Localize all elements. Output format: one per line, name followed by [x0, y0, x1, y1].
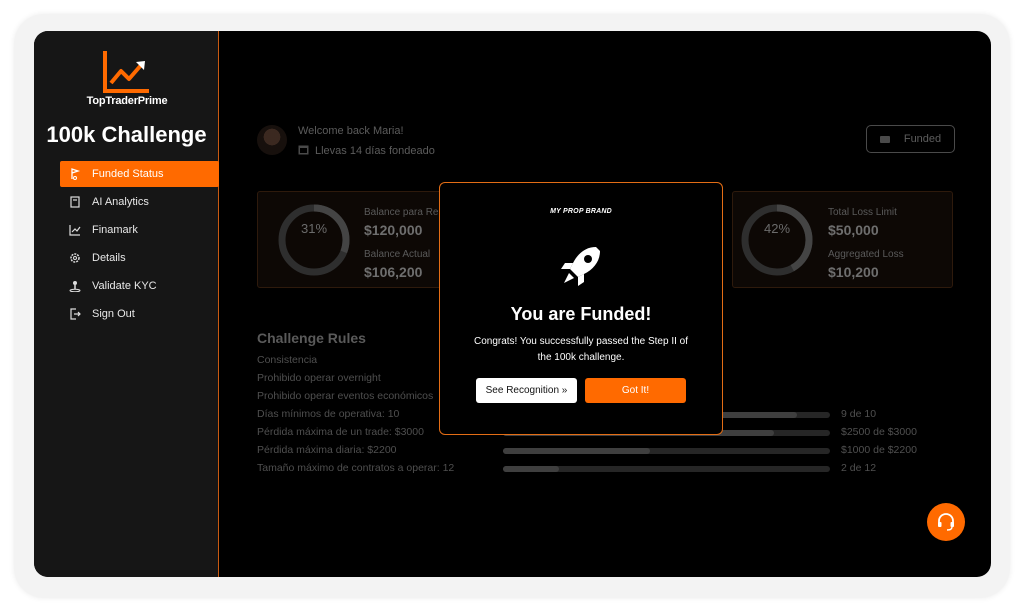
- person-icon: [68, 279, 82, 293]
- welcome-text: Welcome back Maria!: [298, 125, 404, 137]
- rule-label: Días mínimos de operativa: 10: [257, 408, 400, 420]
- rule-value: $2500 de $3000: [841, 426, 917, 438]
- rule-label: Prohibido operar eventos económicos: [257, 390, 434, 402]
- book-icon: [68, 195, 82, 209]
- progress-ring: [741, 204, 813, 276]
- flag-icon: [68, 167, 82, 181]
- trend-chart-icon: [103, 51, 149, 93]
- stat-label: Total Loss Limit: [828, 207, 897, 218]
- stat-label: Aggregated Loss: [828, 249, 904, 260]
- rule-label: Pérdida máxima diaria: $2200: [257, 444, 397, 456]
- support-chat-button[interactable]: [927, 503, 965, 541]
- rule-label: Tamaño máximo de contratos a operar: 12: [257, 462, 455, 474]
- stat-value: $10,200: [828, 264, 879, 280]
- rule-value: $1000 de $2200: [841, 444, 917, 456]
- see-recognition-button[interactable]: See Recognition »: [476, 378, 577, 403]
- balance-card: 31% Balance para Re $120,000 Balance Act…: [257, 191, 467, 288]
- rules-title: Challenge Rules: [257, 330, 366, 346]
- ring-percentage: 42%: [763, 221, 791, 236]
- got-it-button[interactable]: Got It!: [585, 378, 686, 403]
- sidebar-nav: Funded Status AI Analytics Finamark Deta…: [60, 161, 219, 329]
- stat-value: $50,000: [828, 222, 879, 238]
- sidebar-item-label: Sign Out: [92, 308, 135, 320]
- sidebar-item-label: AI Analytics: [92, 196, 149, 208]
- headset-icon: [938, 513, 954, 531]
- sidebar-item-validate-kyc[interactable]: Validate KYC: [60, 273, 219, 299]
- modal-message: Congrats! You successfully passed the St…: [473, 336, 689, 363]
- chart-line-icon: [68, 223, 82, 237]
- rule-label: Pérdida máxima de un trade: $3000: [257, 426, 424, 438]
- sidebar: TopTraderPrime 100k Challenge Funded Sta…: [34, 31, 219, 577]
- sidebar-item-details[interactable]: Details: [60, 245, 219, 271]
- funded-days-text: Llevas 14 días fondeado: [315, 145, 435, 157]
- modal-brand: MY PROP BRAND: [550, 208, 612, 215]
- stat-value: $120,000: [364, 222, 423, 238]
- avatar[interactable]: [257, 125, 287, 155]
- progress-ring: [278, 204, 350, 276]
- stat-label: Balance para Re: [364, 207, 439, 218]
- cash-icon: [879, 135, 890, 143]
- rule-value: 2 de 12: [841, 462, 877, 474]
- funded-days: Llevas 14 días fondeado: [298, 144, 435, 158]
- sidebar-item-finamark[interactable]: Finamark: [60, 217, 219, 243]
- stat-label: Balance Actual: [364, 249, 431, 260]
- calendar-icon: [298, 144, 309, 158]
- sidebar-item-funded-status[interactable]: Funded Status: [60, 161, 219, 187]
- app-screen: TopTraderPrime 100k Challenge Funded Sta…: [34, 31, 991, 577]
- rule-label: Prohibido operar overnight: [257, 372, 381, 384]
- sidebar-item-label: Finamark: [92, 224, 138, 236]
- rocket-icon: [561, 247, 600, 286]
- gear-icon: [68, 251, 82, 265]
- rule-progress-bar: [503, 466, 830, 472]
- challenge-title: 100k Challenge: [46, 122, 207, 147]
- modal-title: You are Funded!: [510, 304, 652, 324]
- sidebar-item-label: Funded Status: [92, 168, 164, 180]
- sidebar-item-label: Validate KYC: [92, 280, 157, 292]
- sidebar-item-label: Details: [92, 252, 126, 264]
- rule-label: Consistencia: [257, 354, 318, 366]
- ring-percentage: 31%: [300, 221, 328, 236]
- sidebar-item-sign-out[interactable]: Sign Out: [60, 301, 219, 327]
- sign-out-icon: [68, 307, 82, 321]
- sidebar-item-ai-analytics[interactable]: AI Analytics: [60, 189, 219, 215]
- funded-button-label: Funded: [903, 133, 942, 145]
- stat-value: $106,200: [364, 264, 423, 280]
- funded-modal: MY PROP BRAND You are Funded! Congrats! …: [439, 182, 723, 435]
- rule-value: 9 de 10: [841, 408, 877, 420]
- rule-progress-fill: [503, 448, 651, 454]
- logo-text: TopTraderPrime: [86, 95, 168, 107]
- rule-progress-fill: [503, 466, 559, 472]
- funded-button[interactable]: Funded: [866, 125, 955, 153]
- rule-progress-bar: [503, 448, 830, 454]
- logo: TopTraderPrime: [82, 49, 172, 111]
- loss-card: 42% Total Loss Limit $50,000 Aggregated …: [732, 191, 953, 288]
